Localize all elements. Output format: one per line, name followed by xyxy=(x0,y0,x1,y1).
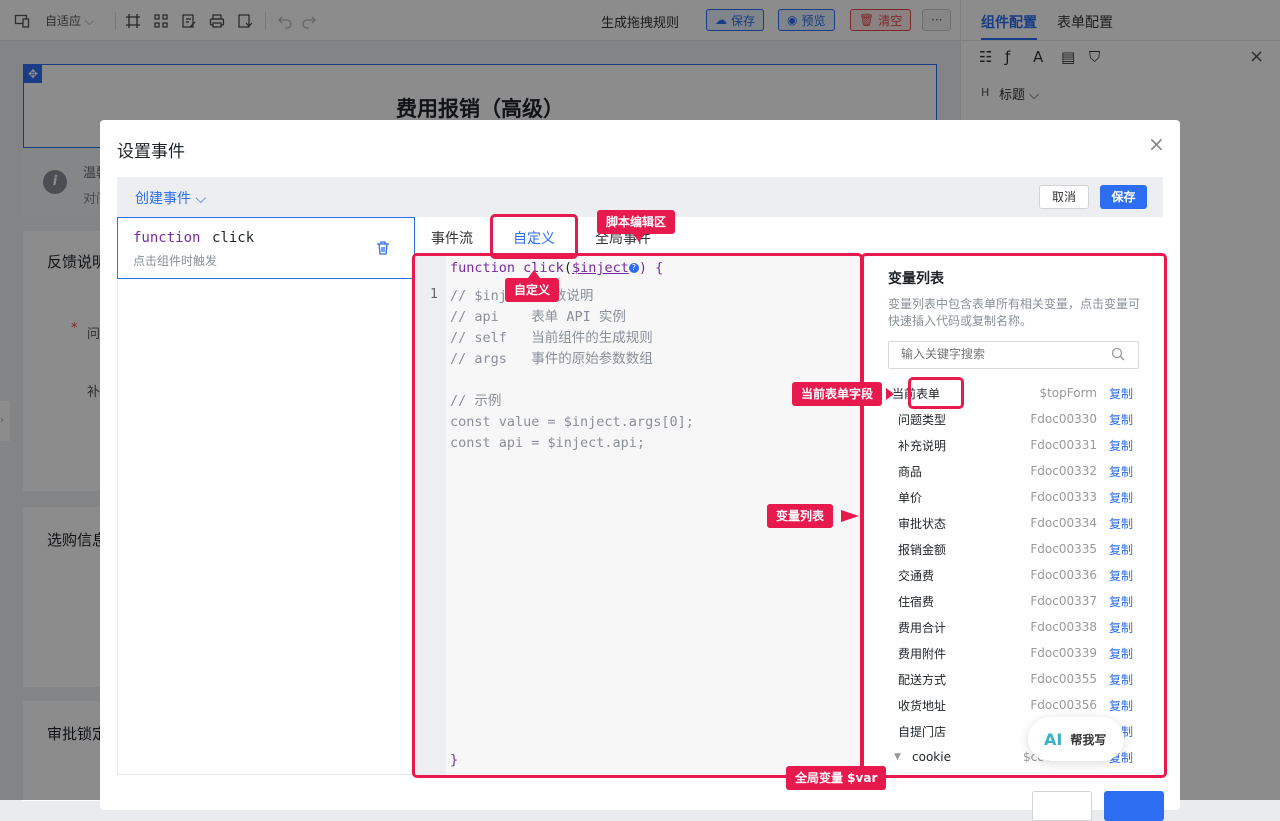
callout-global-var: 全局变量 $var xyxy=(786,766,887,790)
create-event-dropdown[interactable]: 创建事件 ⌵ xyxy=(135,188,206,208)
event-desc: 点击组件时触发 xyxy=(133,254,218,268)
cancel-button[interactable]: 取消 xyxy=(1039,185,1089,209)
event-name: click xyxy=(212,230,255,246)
dialog-close-icon[interactable]: × xyxy=(1148,132,1165,156)
chevron-down-icon: ⌵ xyxy=(195,191,207,207)
callout-pointer xyxy=(841,510,859,522)
footer-cancel-button[interactable] xyxy=(1032,791,1092,821)
callout-current-field: 当前表单字段 xyxy=(792,382,883,406)
callout-custom: 自定义 xyxy=(505,278,560,302)
ai-icon: AI xyxy=(1044,729,1063,749)
save-button[interactable]: 保存 xyxy=(1100,185,1147,209)
tab-event-flow[interactable]: 事件流 xyxy=(431,228,473,248)
dialog-title: 设置事件 xyxy=(117,142,185,162)
current-form-highlight xyxy=(908,377,964,409)
delete-icon[interactable] xyxy=(375,240,391,260)
var-panel-highlight xyxy=(861,253,1167,778)
callout-script-area: 脚本编辑区 xyxy=(597,210,676,234)
ai-write-button[interactable]: AI 帮我写 xyxy=(1028,717,1124,761)
callout-pointer xyxy=(886,388,894,400)
event-keyword: function xyxy=(133,230,201,246)
callout-var-list: 变量列表 xyxy=(767,504,834,528)
callout-pointer xyxy=(528,270,540,278)
callout-pointer xyxy=(633,234,645,242)
footer-ok-button[interactable] xyxy=(1104,791,1164,821)
event-list: function click 点击组件时触发 xyxy=(117,217,415,775)
ai-label: 帮我写 xyxy=(1070,732,1107,747)
event-item-click[interactable]: function click 点击组件时触发 xyxy=(117,217,415,279)
